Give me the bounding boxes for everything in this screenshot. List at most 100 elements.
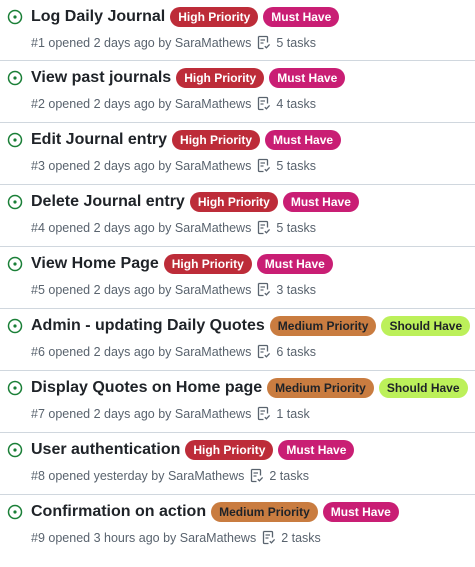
priority-label[interactable]: High Priority [172,130,261,150]
issue-title-link[interactable]: Delete Journal entry [31,193,185,211]
issue-row[interactable]: Edit Journal entry High Priority Must Ha… [0,123,475,185]
task-count: 2 tasks [281,530,321,545]
issue-number: #4 [31,220,45,235]
task-list-progress[interactable]: 5 tasks [257,158,316,173]
task-list-progress[interactable]: 2 tasks [250,468,309,483]
issue-title-line: Log Daily Journal High Priority Must Hav… [31,7,340,27]
issue-author-link[interactable]: SaraMathews [175,159,251,173]
task-list-progress[interactable]: 4 tasks [257,96,316,111]
issue-number: #7 [31,406,45,421]
issue-author-link[interactable]: SaraMathews [175,221,251,235]
issue-author-link[interactable]: SaraMathews [168,469,244,483]
issue-row[interactable]: Admin - updating Daily Quotes Medium Pri… [0,309,475,371]
issue-row[interactable]: View Home Page High Priority Must Have #… [0,247,475,309]
priority-label[interactable]: High Priority [185,440,274,460]
issue-row[interactable]: Display Quotes on Home page Medium Prior… [0,371,475,433]
issue-title-link[interactable]: Edit Journal entry [31,131,167,149]
issue-title-link[interactable]: Display Quotes on Home page [31,379,262,397]
task-list-progress[interactable]: 2 tasks [262,530,321,545]
issue-title-line: Confirmation on action Medium Priority M… [31,502,399,522]
issue-opened-text: opened 2 days ago by [48,35,172,50]
issue-row[interactable]: View past journals High Priority Must Ha… [0,61,475,123]
issue-row[interactable]: Confirmation on action Medium Priority M… [0,495,475,557]
issue-author-link[interactable]: SaraMathews [180,531,256,545]
task-count: 5 tasks [276,35,316,50]
issue-title-link[interactable]: Admin - updating Daily Quotes [31,317,265,335]
issue-title-line: Delete Journal entry High Priority Must … [31,192,359,212]
moscow-label[interactable]: Must Have [278,440,355,460]
issue-opened-text: opened 2 days ago by [48,96,172,111]
issue-title-link[interactable]: Confirmation on action [31,503,206,521]
issue-list: Log Daily Journal High Priority Must Hav… [0,0,475,557]
issue-author-link[interactable]: SaraMathews [175,283,251,297]
task-count: 1 task [276,406,310,421]
issue-opened-text: opened 2 days ago by [48,344,172,359]
issue-title-line: Edit Journal entry High Priority Must Ha… [31,130,342,150]
issue-row[interactable]: Log Daily Journal High Priority Must Hav… [0,0,475,61]
issue-row[interactable]: User authentication High Priority Must H… [0,433,475,495]
issue-opened-icon [7,256,23,272]
issue-title-line: View Home Page High Priority Must Have [31,254,333,274]
issue-meta: #3 opened 2 days ago by SaraMathews 5 ta… [31,158,316,173]
issue-meta: #6 opened 2 days ago by SaraMathews 6 ta… [31,344,316,359]
task-list-progress[interactable]: 5 tasks [257,220,316,235]
issue-opened-icon [7,504,23,520]
checklist-icon [258,96,271,111]
priority-label[interactable]: Medium Priority [269,316,377,336]
task-list-progress[interactable]: 6 tasks [257,344,316,359]
issue-opened-text: opened 2 days ago by [48,220,172,235]
issue-author-link[interactable]: SaraMathews [175,407,251,421]
checklist-icon [258,344,271,359]
issue-meta: #4 opened 2 days ago by SaraMathews 5 ta… [31,220,316,235]
issue-author-link[interactable]: SaraMathews [175,97,251,111]
priority-label[interactable]: Medium Priority [267,378,374,398]
priority-label[interactable]: High Priority [189,192,278,212]
issue-meta: #1 opened 2 days ago by SaraMathews 5 ta… [31,35,316,50]
issue-opened-text: opened 2 days ago by [48,406,172,421]
issue-title-line: Admin - updating Daily Quotes Medium Pri… [31,316,471,336]
issue-title-link[interactable]: Log Daily Journal [31,8,165,26]
priority-label[interactable]: High Priority [163,254,252,274]
task-list-progress[interactable]: 5 tasks [257,35,316,50]
task-count: 6 tasks [276,344,316,359]
moscow-label[interactable]: Must Have [269,68,346,88]
issue-opened-icon [7,194,23,210]
checklist-icon [258,158,271,173]
checklist-icon [258,35,271,50]
priority-label[interactable]: High Priority [176,68,265,88]
task-count: 2 tasks [269,468,309,483]
moscow-label[interactable]: Should Have [381,316,471,336]
moscow-label[interactable]: Must Have [282,192,359,212]
priority-label[interactable]: High Priority [170,7,259,27]
issue-meta: #9 opened 3 hours ago by SaraMathews 2 t… [31,530,321,545]
issue-meta: #2 opened 2 days ago by SaraMathews 4 ta… [31,96,316,111]
issue-meta: #8 opened yesterday by SaraMathews 2 tas… [31,468,309,483]
issue-author-link[interactable]: SaraMathews [175,345,251,359]
issue-opened-icon [7,442,23,458]
priority-label[interactable]: Medium Priority [211,502,318,522]
issue-opened-text: opened 2 days ago by [48,158,172,173]
task-list-progress[interactable]: 1 task [257,406,310,421]
issue-title-link[interactable]: User authentication [31,441,180,459]
task-count: 3 tasks [276,282,316,297]
task-count: 4 tasks [276,96,316,111]
task-count: 5 tasks [276,158,316,173]
issue-author-link[interactable]: SaraMathews [175,36,251,50]
issue-opened-icon [7,380,23,396]
checklist-icon [258,406,271,421]
moscow-label[interactable]: Should Have [378,378,468,398]
issue-title-link[interactable]: View past journals [31,69,171,87]
issue-opened-icon [7,132,23,148]
moscow-label[interactable]: Must Have [263,7,340,27]
checklist-icon [258,282,271,297]
issue-opened-icon [7,318,23,334]
moscow-label[interactable]: Must Have [265,130,342,150]
issue-opened-icon [7,70,23,86]
issue-title-link[interactable]: View Home Page [31,255,159,273]
issue-row[interactable]: Delete Journal entry High Priority Must … [0,185,475,247]
issue-meta: #5 opened 2 days ago by SaraMathews 3 ta… [31,282,316,297]
moscow-label[interactable]: Must Have [322,502,399,522]
task-list-progress[interactable]: 3 tasks [257,282,316,297]
moscow-label[interactable]: Must Have [256,254,333,274]
task-count: 5 tasks [276,220,316,235]
